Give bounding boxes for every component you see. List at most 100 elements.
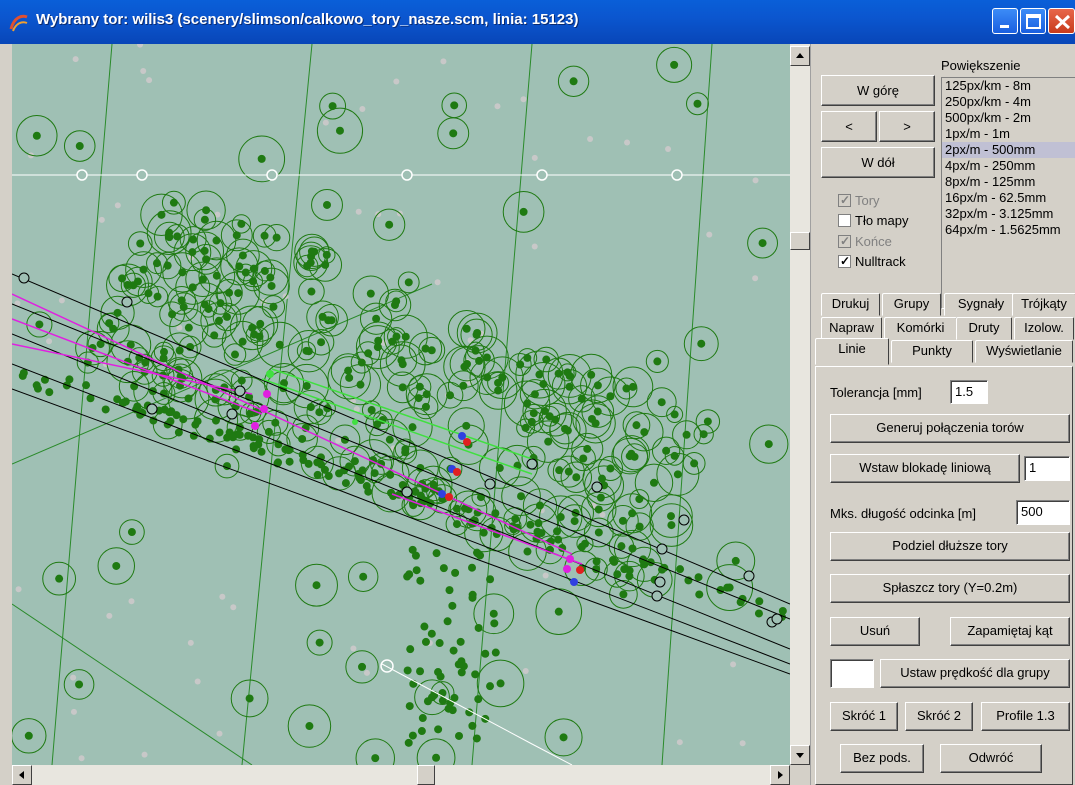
zoom-option[interactable]: 250px/km - 4m (942, 94, 1075, 110)
embankment-point (341, 479, 350, 488)
forest-point (572, 473, 581, 482)
title-bar[interactable]: Wybrany tor: wilis3 (scenery/slimson/cal… (0, 0, 1075, 44)
grey-point (78, 755, 85, 762)
forest-point (662, 446, 671, 455)
move-down-button[interactable]: W dół (821, 147, 935, 178)
grey-point (70, 674, 77, 681)
zoom-option[interactable]: 4px/m - 250mm (942, 158, 1075, 174)
profile-button[interactable]: Profile 1.3 (981, 702, 1070, 731)
forest-point (344, 366, 353, 375)
forest-point (561, 424, 570, 433)
scroll-up-button[interactable] (790, 46, 810, 66)
generate-track-connections-button[interactable]: Generuj połączenia torów (830, 414, 1070, 443)
forest-point (212, 236, 221, 245)
forest-point (587, 414, 596, 423)
zoom-option[interactable]: 32px/m - 3.125mm (942, 206, 1075, 222)
remember-angle-button[interactable]: Zapamiętaj kąt (950, 617, 1070, 646)
map-vertical-scrollbar[interactable] (790, 44, 810, 765)
move-up-button[interactable]: W górę (821, 75, 935, 106)
zoom-option[interactable]: 64px/m - 1.5625mm (942, 222, 1075, 238)
flatten-tracks-button[interactable]: Spłaszcz tory (Y=0.2m) (830, 574, 1070, 603)
tab-sygnały[interactable]: Sygnały (944, 293, 1018, 316)
zoom-option[interactable]: 16px/m - 62.5mm (942, 190, 1075, 206)
spur-point (423, 697, 432, 706)
move-right-button[interactable]: > (879, 111, 935, 142)
close-button[interactable] (1048, 8, 1075, 34)
white-spur-node (380, 659, 394, 673)
reverse-button[interactable]: Odwróć (940, 744, 1042, 773)
horizontal-scroll-thumb[interactable] (417, 765, 435, 785)
delete-button[interactable]: Usuń (830, 617, 920, 646)
tree-point (275, 340, 284, 349)
tree-point (328, 102, 337, 111)
zoom-option[interactable]: 2px/m - 500mm (942, 142, 1075, 158)
spur-point (443, 617, 452, 626)
vertical-scroll-thumb[interactable] (790, 232, 810, 250)
tab-druty[interactable]: Druty (956, 317, 1012, 340)
spur-point (468, 593, 477, 602)
zoom-listbox[interactable]: 125px/km - 8m 250px/km - 4m 500px/km - 2m 1… (941, 77, 1075, 309)
embankment-point (694, 573, 703, 582)
shorten-1-button[interactable]: Skróć 1 (830, 702, 898, 731)
tab-napraw[interactable]: Napraw (821, 317, 882, 340)
checkbox-box: ✓ (838, 193, 851, 207)
map-horizontal-scrollbar[interactable] (12, 765, 790, 785)
tab-wyświetlanie[interactable]: Wyświetlanie (975, 340, 1073, 363)
tolerance-input[interactable]: 1.5 (950, 380, 988, 404)
zoom-option[interactable]: 125px/km - 8m (942, 78, 1075, 94)
grey-point (355, 208, 362, 215)
line-block-count-input[interactable]: 1 (1024, 456, 1070, 481)
embankment-point (356, 476, 365, 485)
spur-point (448, 601, 457, 610)
scroll-left-button[interactable] (12, 765, 32, 785)
nulltrack-checkbox[interactable]: ✓ Nulltrack (838, 254, 906, 269)
tree-point (127, 528, 136, 537)
grey-point (531, 243, 538, 250)
max-segment-length-input[interactable]: 500 (1016, 500, 1070, 525)
minimize-button[interactable] (992, 8, 1018, 34)
scroll-right-button[interactable] (770, 765, 790, 785)
checkbox-label: Nulltrack (855, 254, 906, 269)
insert-line-block-button[interactable]: Wstaw blokadę liniową (830, 454, 1020, 483)
tolerance-label: Tolerancja [mm] (830, 385, 922, 400)
track-map-canvas[interactable] (12, 44, 790, 765)
forest-point (511, 514, 520, 523)
shorten-2-button[interactable]: Skróć 2 (905, 702, 973, 731)
tab-komórki[interactable]: Komórki (884, 317, 957, 340)
scroll-down-button[interactable] (790, 745, 810, 765)
zoom-option[interactable]: 500px/km - 2m (942, 110, 1075, 126)
maximize-button[interactable] (1020, 8, 1046, 34)
spur-point (486, 682, 495, 691)
tab-drukuj[interactable]: Drukuj (821, 293, 880, 316)
forest-point (495, 464, 504, 473)
forest-point (564, 467, 573, 476)
speed-input[interactable] (830, 659, 874, 688)
zoom-option[interactable]: 8px/m - 125mm (942, 174, 1075, 190)
set-group-speed-button[interactable]: Ustaw prędkość dla grupy (880, 659, 1070, 688)
move-left-button[interactable]: < (821, 111, 877, 142)
split-longer-tracks-button[interactable]: Podziel dłuższe tory (830, 532, 1070, 561)
tab-punkty[interactable]: Punkty (891, 340, 973, 363)
grey-point (219, 593, 226, 600)
forest-point (235, 262, 244, 271)
forest-point (421, 402, 430, 411)
tree-point (449, 129, 458, 138)
zoom-option[interactable]: 1px/m - 1m (942, 126, 1075, 142)
track-map-drawing[interactable] (12, 44, 790, 765)
forest-point (123, 281, 132, 290)
track-node (146, 403, 158, 415)
tree-point (764, 440, 773, 449)
app-icon (9, 14, 28, 32)
forest-point (385, 435, 394, 444)
map-background-checkbox[interactable]: Tło mapy (838, 213, 908, 228)
tab-trójkąty[interactable]: Trójkąty (1012, 293, 1075, 316)
tree-point (535, 370, 544, 379)
tab-linie[interactable]: Linie (815, 338, 889, 365)
connection-marker (260, 405, 268, 413)
tree-point (569, 77, 578, 86)
forest-point (200, 246, 209, 255)
tab-izolow[interactable]: Izolow. (1014, 317, 1074, 340)
no-subgrade-button[interactable]: Bez pods. (840, 744, 924, 773)
tab-grupy[interactable]: Grupy (882, 293, 941, 316)
guide-line (51, 44, 113, 765)
